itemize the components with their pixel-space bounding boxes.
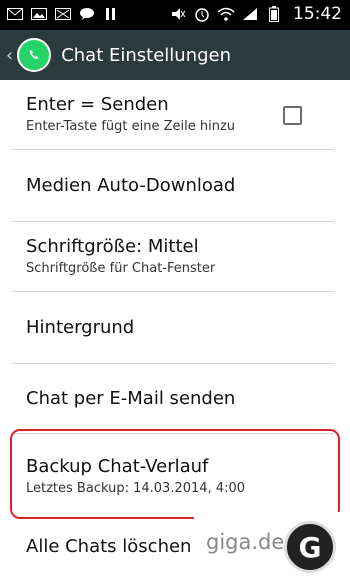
action-bar: ‹ Chat Einstellungen xyxy=(0,30,350,80)
setting-enter-send[interactable]: Enter = Senden Enter-Taste fügt eine Zei… xyxy=(0,80,350,150)
status-bar: 15:42 xyxy=(0,0,350,30)
mail-icon xyxy=(6,6,24,22)
back-chevron-icon[interactable]: ‹ xyxy=(6,45,13,66)
battery-icon xyxy=(265,6,283,22)
setting-title: Medien Auto-Download xyxy=(26,175,236,196)
enter-send-checkbox[interactable] xyxy=(283,106,302,125)
setting-font-size[interactable]: Schriftgröße: Mittel Schriftgröße für Ch… xyxy=(0,222,350,292)
setting-subtitle: Schriftgröße für Chat-Fenster xyxy=(26,261,216,276)
pause-icon xyxy=(102,6,120,22)
whatsapp-logo-icon[interactable] xyxy=(17,38,52,72)
setting-wallpaper[interactable]: Hintergrund xyxy=(0,292,350,364)
watermark-logo: G xyxy=(284,521,336,573)
watermark-text: giga.de xyxy=(206,530,285,554)
setting-email-chat[interactable]: Chat per E-Mail senden xyxy=(0,364,350,434)
missed-call-icon xyxy=(54,6,72,22)
mute-icon xyxy=(169,6,187,22)
page-title: Chat Einstellungen xyxy=(61,44,232,66)
highlight-frame xyxy=(10,429,340,519)
signal-icon xyxy=(241,6,259,22)
clock-time: 15:42 xyxy=(293,4,342,24)
setting-media-auto-download[interactable]: Medien Auto-Download xyxy=(0,150,350,222)
alarm-icon xyxy=(193,6,211,22)
image-icon xyxy=(30,6,48,22)
setting-title: Hintergrund xyxy=(26,317,135,338)
chat-bubble-icon xyxy=(78,6,96,22)
wifi-icon xyxy=(217,6,235,22)
setting-title: Schriftgröße: Mittel xyxy=(26,236,199,257)
setting-title: Chat per E-Mail senden xyxy=(26,388,236,409)
